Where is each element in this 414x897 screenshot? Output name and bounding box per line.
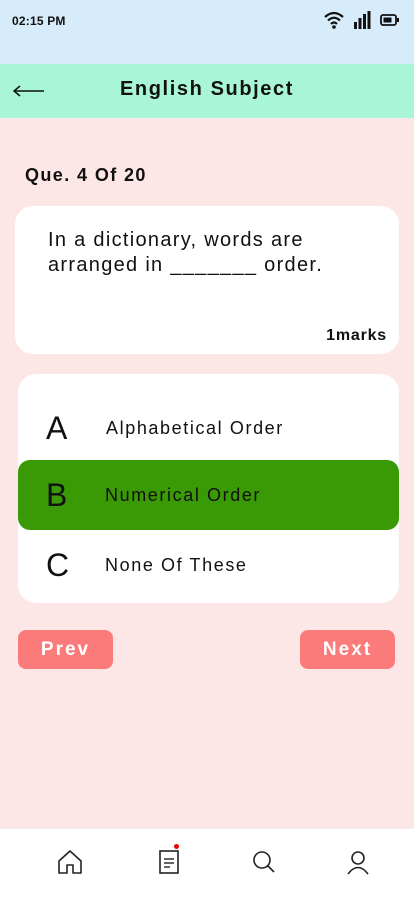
option-label: Alphabetical Order <box>106 418 284 438</box>
status-icons <box>324 11 400 29</box>
question-marks: 1marks <box>326 327 387 344</box>
status-bar: 02:15 PM <box>0 0 414 64</box>
options-card: A Alphabetical Order B Numerical Order C… <box>18 374 399 603</box>
option-label: Numerical Order <box>105 485 262 505</box>
question-card: In a dictionary, words are arranged in _… <box>15 206 399 354</box>
notes-icon <box>159 850 179 874</box>
prev-button[interactable]: Prev <box>18 630 113 669</box>
option-letter: C <box>46 547 70 583</box>
question-text: In a dictionary, words are arranged in _… <box>48 229 324 276</box>
tab-notes[interactable] <box>154 844 184 877</box>
tab-search[interactable] <box>249 847 279 877</box>
option-b[interactable]: B Numerical Order <box>18 460 399 530</box>
tab-home[interactable] <box>55 847 85 877</box>
bottom-nav <box>0 828 414 897</box>
wifi-icon <box>324 11 344 29</box>
battery-icon <box>380 14 399 26</box>
profile-icon <box>347 851 369 875</box>
option-a[interactable]: A Alphabetical Order <box>18 393 399 463</box>
page-title: English Subject <box>119 78 295 100</box>
option-letter: A <box>46 410 68 446</box>
option-c[interactable]: C None Of These <box>18 530 399 600</box>
header: English Subject <box>0 64 414 118</box>
signal-icon <box>354 11 371 29</box>
status-time: 02:15 PM <box>12 14 66 28</box>
home-icon <box>58 850 82 874</box>
next-button[interactable]: Next <box>300 630 395 669</box>
option-letter: B <box>46 477 68 513</box>
option-label: None Of These <box>105 555 248 575</box>
notification-badge <box>174 844 179 849</box>
tab-profile[interactable] <box>343 847 373 877</box>
question-counter: Que. 4 Of 20 <box>25 165 147 185</box>
search-icon <box>253 851 275 873</box>
